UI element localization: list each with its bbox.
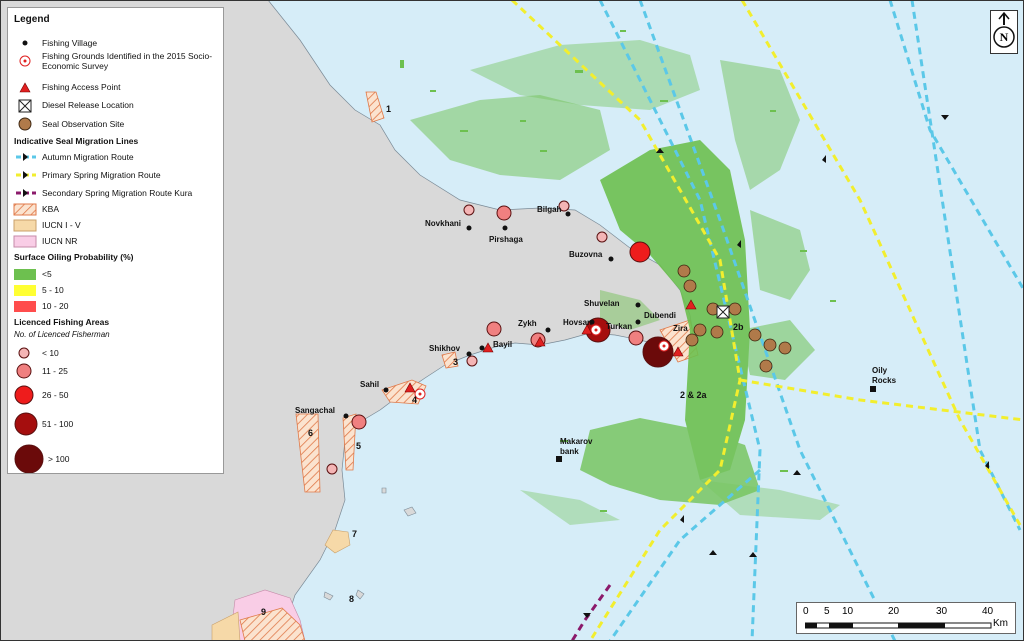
area-number-3: 3 xyxy=(453,357,459,367)
label-shikhov: Shikhov xyxy=(429,344,461,353)
label-zykh: Zykh xyxy=(518,319,537,328)
label-buzovna: Buzovna xyxy=(569,250,603,259)
legend-licensed-subheading: No. of Licenced Fisherman xyxy=(14,330,110,339)
legend-kba: KBA xyxy=(42,204,60,214)
legend-symbols xyxy=(13,40,44,473)
legend-licensed-heading: Licenced Fishing Areas xyxy=(14,317,110,327)
area-number-5: 5 xyxy=(356,441,362,451)
label-shuvelan: Shuvelan xyxy=(584,299,620,308)
legend-oiling-lt5: <5 xyxy=(42,269,52,279)
area-number-8: 8 xyxy=(349,594,355,604)
legend-licensed-c2: 11 - 25 xyxy=(42,366,68,376)
label-bayil: Bayil xyxy=(493,340,513,349)
label-pirshaga: Pirshaga xyxy=(489,235,523,244)
area-number-7: 7 xyxy=(352,529,358,539)
label-sahil: Sahil xyxy=(360,380,380,389)
area-number-9: 9 xyxy=(261,607,267,617)
label-zira: Zira xyxy=(673,324,688,333)
scale-bar: 0 5 10 20 30 40 Km xyxy=(796,602,1016,634)
legend-licensed-c1: < 10 xyxy=(42,348,59,358)
legend-autumn-route: Autumn Migration Route xyxy=(42,152,134,162)
legend-seal-observation: Seal Observation Site xyxy=(42,119,125,129)
scale-tick-10: 10 xyxy=(842,606,854,617)
legend-licensed-c5: > 100 xyxy=(48,454,70,464)
legend-oiling-10-20: 10 - 20 xyxy=(42,301,69,311)
legend-migration-heading: Indicative Seal Migration Lines xyxy=(14,136,139,146)
scale-bar-graphic xyxy=(805,622,992,629)
legend-primary-spring-route: Primary Spring Migration Route xyxy=(42,170,161,180)
label-hovsan: Hovsan xyxy=(563,318,592,327)
label-turkan: Turkan xyxy=(606,322,633,331)
scale-tick-0: 0 xyxy=(803,606,809,617)
area-number-4: 4 xyxy=(412,395,418,405)
label-novkhani: Novkhani xyxy=(425,219,462,228)
legend-secondary-spring-route: Secondary Spring Migration Route Kura xyxy=(42,188,193,198)
scale-tick-30: 30 xyxy=(936,606,948,617)
label-sangachal: Sangachal xyxy=(295,406,336,415)
label-bilgah: Bilgah xyxy=(537,205,562,214)
label-makarov-bank: Makarov bank xyxy=(560,437,593,456)
north-arrow: N xyxy=(990,10,1018,54)
legend-iucn-nr: IUCN NR xyxy=(42,236,78,246)
area-number-2-2a: 2 & 2a xyxy=(680,390,707,400)
legend-iucn-1-5: IUCN I - V xyxy=(42,220,81,230)
legend-fishing-village: Fishing Village xyxy=(42,38,98,48)
area-number-2b: 2b xyxy=(733,322,744,332)
label-dubendi: Dubendi xyxy=(644,311,676,320)
scale-tick-20: 20 xyxy=(888,606,900,617)
diesel-release-location xyxy=(716,305,730,319)
area-number-1: 1 xyxy=(386,104,392,114)
legend-oiling-5-10: 5 - 10 xyxy=(42,285,64,295)
north-arrow-label: N xyxy=(999,30,1009,44)
label-oily-rocks: Oily Rocks xyxy=(872,366,897,385)
legend-licensed-c4: 51 - 100 xyxy=(42,419,74,429)
scale-tick-5: 5 xyxy=(824,606,830,617)
legend-fishing-access: Fishing Access Point xyxy=(42,82,121,92)
legend-diesel-release: Diesel Release Location xyxy=(42,100,134,110)
legend: Legend Fishing Village Fishing Grounds I… xyxy=(7,7,224,474)
legend-fishing-grounds: Fishing Grounds Identified in the 2015 S… xyxy=(42,51,213,71)
area-number-6: 6 xyxy=(308,428,314,438)
legend-licensed-c3: 26 - 50 xyxy=(42,390,69,400)
legend-oiling-heading: Surface Oiling Probability (%) xyxy=(14,252,134,262)
oily-rocks-marker xyxy=(870,386,876,392)
scale-tick-40: 40 xyxy=(982,606,994,617)
